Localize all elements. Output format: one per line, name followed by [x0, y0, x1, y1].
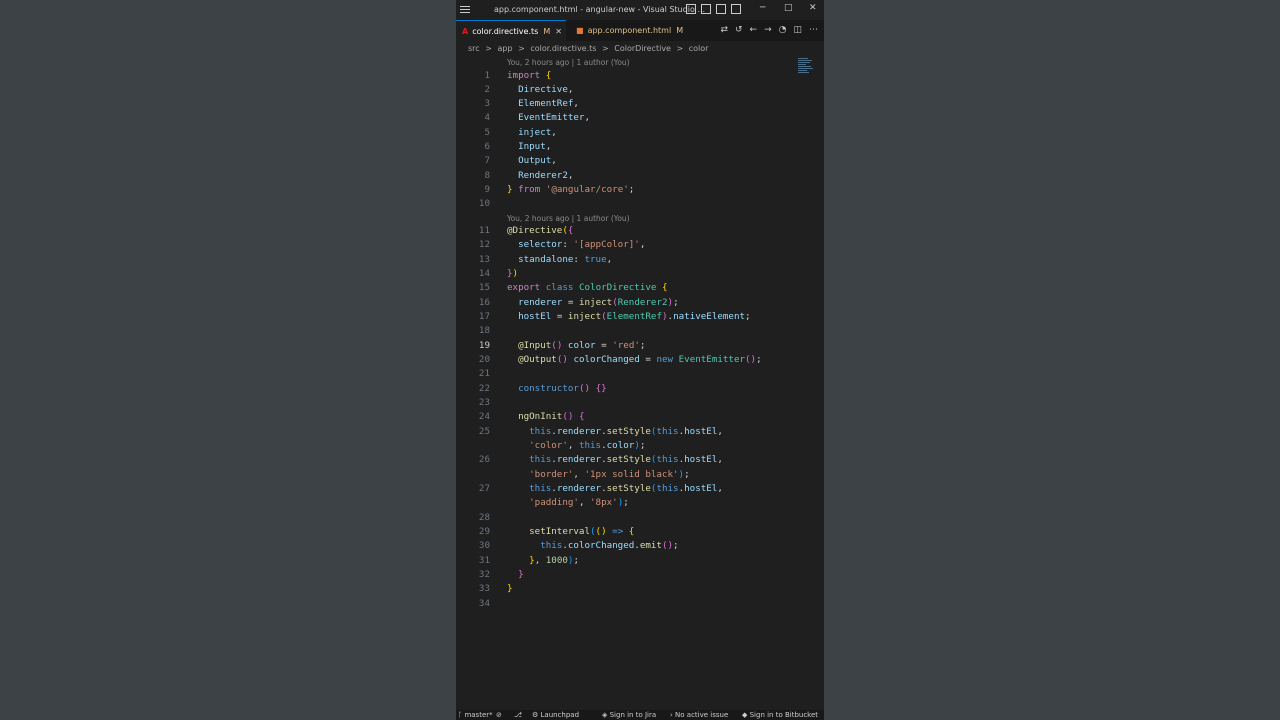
editor-tabs: A color.directive.ts M ✕ ■ app.component…: [456, 20, 824, 41]
modified-indicator: M: [676, 26, 684, 35]
code-line: 30 this.colorChanged.emit();: [478, 540, 679, 551]
code-line: 10: [478, 198, 490, 209]
modified-indicator: M: [543, 26, 551, 36]
breadcrumb: src > app > color.directive.ts > ColorDi…: [468, 44, 711, 53]
breadcrumb-file[interactable]: color.directive.ts: [530, 44, 596, 53]
code-line: 4 EventEmitter,: [484, 112, 591, 123]
code-line: 5 inject,: [484, 127, 557, 138]
code-line: 27 this.renderer.setStyle(this.hostEl,: [478, 483, 723, 494]
code-line: 24 ngOnInit() {: [478, 411, 585, 422]
previous-change-icon[interactable]: ←: [750, 25, 758, 35]
sync-icon[interactable]: ⊘: [496, 711, 502, 719]
breadcrumb-separator: >: [485, 44, 492, 53]
customize-layout-icon[interactable]: [731, 4, 741, 14]
code-line: 25 this.renderer.setStyle(this.hostEl,: [478, 426, 723, 437]
revert-icon[interactable]: ↺: [735, 25, 743, 35]
tab-label: color.directive.ts: [472, 26, 539, 36]
code-line: 11 @Directive({: [478, 225, 574, 236]
code-line: 'border', '1px solid black');: [529, 469, 690, 480]
code-line: 23: [478, 397, 490, 408]
code-line: 22 constructor() {}: [478, 383, 607, 394]
code-line-current: 19 @Input() color = 'red';: [478, 340, 646, 351]
code-line: 34: [478, 598, 490, 609]
title-bar: app.component.html - angular-new - Visua…: [456, 0, 824, 20]
code-line: 15 export class ColorDirective {: [478, 282, 668, 293]
next-change-icon[interactable]: →: [764, 25, 772, 35]
code-line: 18: [478, 325, 490, 336]
close-tab-icon[interactable]: ✕: [555, 27, 562, 36]
branch-indicator[interactable]: ᚴ master*: [458, 711, 493, 719]
jira-issue[interactable]: › No active issue: [670, 711, 728, 719]
code-line: 29 setInterval(() => {: [478, 526, 635, 537]
code-line: 31 }, 1000);: [478, 555, 579, 566]
breadcrumb-separator: >: [518, 44, 525, 53]
code-line: 16 renderer = inject(Renderer2);: [478, 297, 679, 308]
more-actions-icon[interactable]: ⋯: [809, 25, 818, 35]
code-line: 7 Output,: [484, 155, 557, 166]
code-line: 6 Input,: [484, 141, 552, 152]
editor-actions: ⇄ ↺ ← → ◔ ◫ ⋯: [720, 25, 818, 35]
code-line: 20 @Output() colorChanged = new EventEmi…: [478, 354, 762, 365]
code-line: 32 }: [478, 569, 524, 580]
code-line: 17 hostEl = inject(ElementRef).nativeEle…: [478, 311, 751, 322]
breadcrumb-separator: >: [602, 44, 609, 53]
code-line: 8 Renderer2,: [484, 170, 574, 181]
split-editor-icon[interactable]: ◫: [793, 25, 802, 35]
code-line: 1 import {: [484, 70, 552, 81]
toggle-panel-icon[interactable]: [701, 4, 711, 14]
breadcrumb-separator: >: [676, 44, 684, 53]
tab-color-directive[interactable]: A color.directive.ts M ✕: [456, 20, 566, 41]
open-changes-icon[interactable]: ⇄: [720, 25, 728, 35]
minimize-icon[interactable]: ─: [760, 3, 765, 13]
tab-label: app.component.html: [587, 26, 672, 35]
code-line: 14}): [478, 268, 519, 279]
timeline-icon[interactable]: ◔: [779, 25, 787, 35]
remote-icon[interactable]: ⎇: [514, 711, 522, 719]
code-line: 12 selector: '[appColor]',: [478, 239, 646, 250]
hamburger-menu-icon[interactable]: [460, 4, 470, 16]
maximize-icon[interactable]: □: [784, 3, 793, 13]
code-line: 9} from '@angular/core';: [484, 184, 635, 195]
layout-controls: [686, 4, 741, 14]
code-line: 28: [478, 512, 490, 523]
toggle-primary-sidebar-icon[interactable]: [686, 4, 696, 14]
close-window-icon[interactable]: ✕: [809, 3, 817, 13]
bitbucket-signin[interactable]: ◆ Sign in to Bitbucket: [742, 711, 818, 719]
tab-app-component-html[interactable]: ■ app.component.html M: [570, 20, 690, 41]
launchpad-item[interactable]: ⚙ Launchpad: [532, 711, 579, 719]
code-line: 13 standalone: true,: [478, 254, 613, 265]
code-line: 33}: [478, 583, 513, 594]
code-line: 3 ElementRef,: [484, 98, 579, 109]
status-bar: ᚴ master* ⊘ ⎇ ⚙ Launchpad ◈ Sign in to J…: [456, 710, 824, 720]
jira-signin[interactable]: ◈ Sign in to Jira: [602, 711, 656, 719]
html-icon: ■: [576, 26, 584, 35]
breadcrumb-src[interactable]: src: [468, 44, 480, 53]
code-line: 21: [478, 368, 490, 379]
angular-icon: A: [462, 26, 469, 36]
breadcrumb-app[interactable]: app: [497, 44, 512, 53]
codelens-blame[interactable]: You, 2 hours ago | 1 author (You): [507, 214, 630, 223]
code-line: 'padding', '8px');: [529, 497, 629, 508]
toggle-secondary-sidebar-icon[interactable]: [716, 4, 726, 14]
codelens-blame[interactable]: You, 2 hours ago | 1 author (You): [507, 58, 630, 67]
breadcrumb-property[interactable]: color: [689, 44, 709, 53]
code-line: 2 Directive,: [484, 84, 574, 95]
vscode-window: app.component.html - angular-new - Visua…: [456, 0, 824, 720]
code-line: 'color', this.color);: [529, 440, 646, 451]
code-line: 26 this.renderer.setStyle(this.hostEl,: [478, 454, 723, 465]
breadcrumb-class[interactable]: ColorDirective: [614, 44, 671, 53]
window-title: app.component.html - angular-new - Visua…: [494, 5, 706, 14]
